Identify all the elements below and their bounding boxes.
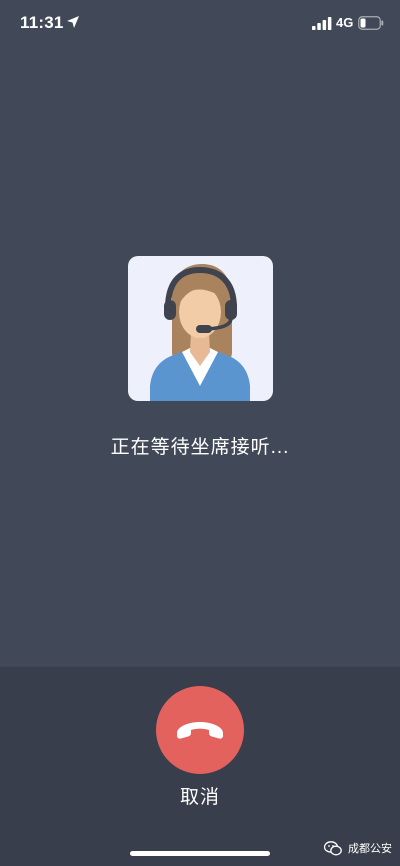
home-indicator[interactable]	[130, 851, 270, 856]
watermark-text: 成都公安	[348, 843, 392, 855]
location-arrow-icon	[67, 16, 79, 28]
battery-icon	[358, 16, 384, 30]
cancel-label[interactable]: 取消	[0, 782, 400, 809]
phone-hangup-icon	[177, 722, 223, 739]
hangup-button[interactable]	[156, 686, 244, 774]
network-type: 4G	[336, 15, 354, 30]
call-status-text: 正在等待坐席接听...	[110, 437, 290, 458]
watermark: 成都公安	[324, 840, 392, 856]
wechat-icon	[324, 840, 342, 855]
agent-avatar-card	[128, 256, 273, 401]
signal-bars-icon	[312, 17, 332, 30]
status-time: 11:31	[20, 13, 64, 32]
customer-service-agent-icon	[150, 264, 250, 401]
status-bar: 11:31 4G	[0, 0, 400, 48]
call-screen: 11:31 4G 正在等待坐席接听... 取消 成都公安	[0, 0, 400, 866]
